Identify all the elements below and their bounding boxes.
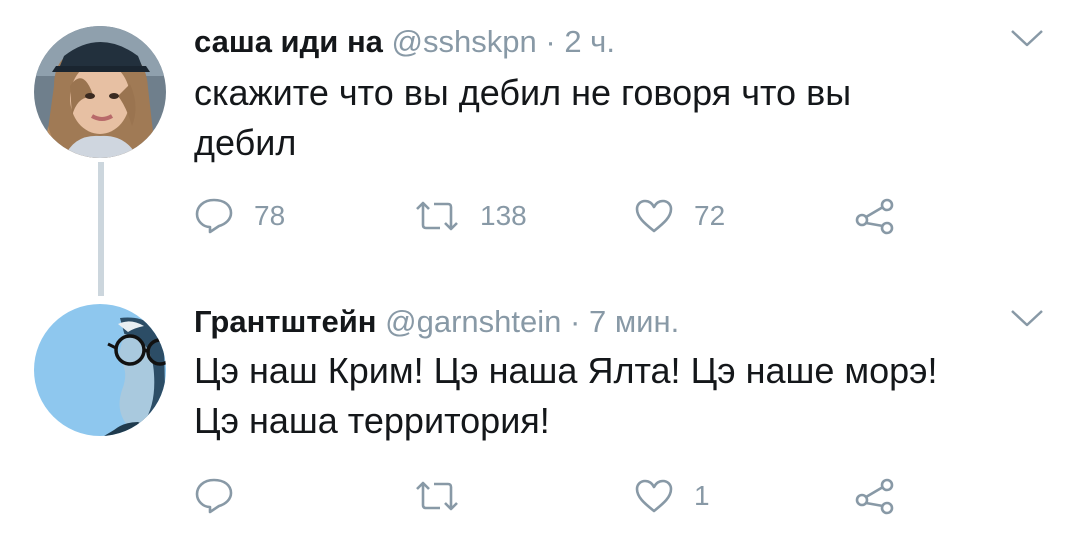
heart-icon [634, 198, 674, 234]
timestamp[interactable]: 7 мин. [589, 304, 679, 339]
share-icon [854, 476, 896, 516]
tweet[interactable]: саша иди на @sshskpn · 2 ч. скажите что … [0, 0, 1080, 296]
share-button[interactable] [854, 476, 896, 516]
tweet-text-line: Цэ наш Крим! Цэ наша Ялта! Цэ наше морэ! [194, 350, 938, 391]
timestamp[interactable]: 2 ч. [564, 24, 615, 59]
avatar[interactable] [34, 26, 166, 158]
share-icon [854, 196, 896, 236]
reply-button[interactable]: 78 [194, 196, 285, 236]
heart-icon [634, 478, 674, 514]
share-button[interactable] [854, 196, 896, 236]
retweet-button[interactable]: 138 [414, 196, 527, 236]
like-count: 1 [694, 480, 710, 511]
tweet-header: саша иди на @sshskpn · 2 ч. [194, 24, 615, 60]
tweet-text-line: дебил [194, 122, 297, 163]
display-name[interactable]: Грантштейн [194, 304, 377, 339]
tweet-text: Цэ наш Крим! Цэ наша Ялта! Цэ наше морэ!… [194, 346, 1034, 446]
thread-line [98, 162, 104, 296]
username[interactable]: @sshskpn [392, 24, 537, 59]
display-name[interactable]: саша иди на [194, 24, 383, 59]
tweet-text-line: Цэ наша территория! [194, 400, 550, 441]
like-button[interactable]: 72 [634, 196, 725, 236]
avatar[interactable] [34, 304, 166, 436]
username[interactable]: @garnshtein [385, 304, 561, 339]
tweet-text: скажите что вы дебил не говоря что вы де… [194, 68, 1034, 168]
reply-icon [194, 477, 234, 515]
like-count: 72 [694, 200, 726, 231]
chevron-down-icon[interactable] [1010, 28, 1044, 48]
tweet-actions: 78 138 72 [194, 196, 914, 236]
retweet-count: 138 [480, 200, 527, 231]
separator: · [570, 304, 581, 339]
tweet[interactable]: Грантштейн @garnshtein · 7 мин. Цэ наш К… [0, 290, 1080, 550]
like-button[interactable]: 1 [634, 476, 710, 516]
chevron-down-icon[interactable] [1010, 308, 1044, 328]
tweet-actions: 1 [194, 476, 914, 516]
retweet-button[interactable] [414, 476, 480, 516]
reply-button[interactable] [194, 476, 254, 516]
reply-icon [194, 197, 234, 235]
tweet-header: Грантштейн @garnshtein · 7 мин. [194, 304, 679, 340]
reply-count: 78 [254, 200, 286, 231]
retweet-icon [414, 199, 460, 233]
retweet-icon [414, 479, 460, 513]
tweet-text-line: скажите что вы дебил не говоря что вы [194, 72, 852, 113]
separator: · [545, 24, 556, 59]
